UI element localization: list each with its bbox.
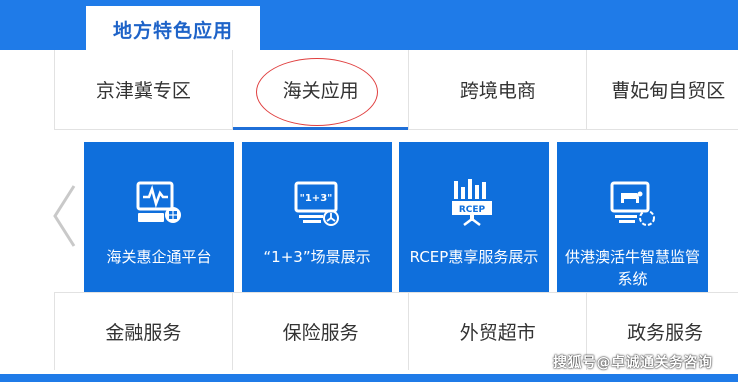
card-rcep-services[interactable]: RCEP RCEP惠享服务展示 [399,142,549,292]
tab-jingjinji[interactable]: 京津冀专区 [55,50,233,129]
card-label: “1+3”场景展示 [263,248,371,266]
icon-1plus3-text: "1+3" [300,193,333,204]
section-title-tab[interactable]: 地方特色应用 [86,6,260,52]
card-label: 供港澳活牛智慧监管系统 [564,248,700,288]
card-live-cattle-supervision[interactable]: 供港澳活牛智慧监管系统 [557,142,708,292]
rcep-chart-icon: RCEP [452,179,492,226]
card-label: 海关惠企通平台 [106,248,212,266]
monitor-cattle-icon [610,181,655,226]
card-1plus3-scenes[interactable]: "1+3" “1+3”场景展示 [242,142,392,292]
link-insurance-services[interactable]: 保险服务 [233,293,410,370]
link-financial-services[interactable]: 金融服务 [55,293,233,370]
icon-rcep-text: RCEP [459,205,486,215]
feature-cards: 海关惠企通平台 "1+3" “1+3”场景展示 RCEP RCEP惠享服务展示 … [54,130,738,292]
watermark-text: 搜狐号@卓诚通关务咨询 [553,355,713,371]
tab-cross-border-ecommerce[interactable]: 跨境电商 [409,50,588,129]
tab-customs-apps[interactable]: 海关应用 [232,50,410,130]
section-title: 地方特色应用 [112,19,233,42]
tab-caofeidian-ftz[interactable]: 曹妃甸自贸区 [587,50,738,129]
footer-band [0,374,738,382]
card-label: RCEP惠享服务展示 [409,248,539,266]
card-huiqitong-platform[interactable]: 海关惠企通平台 [84,142,234,292]
monitor-pulse-icon [136,181,181,223]
category-tabs: 京津冀专区 海关应用 跨境电商 曹妃甸自贸区 [54,50,738,130]
monitor-1plus3-icon: "1+3" [294,181,339,226]
